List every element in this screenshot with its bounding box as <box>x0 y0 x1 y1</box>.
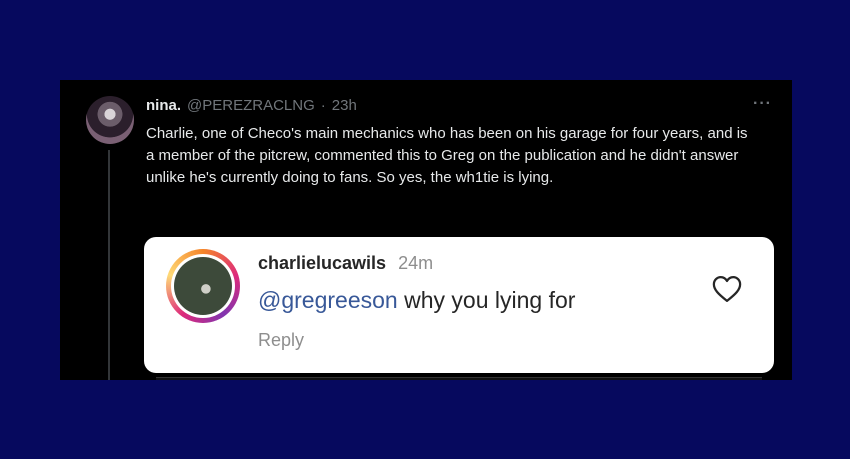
display-name[interactable]: nina. <box>146 97 181 114</box>
reply-link: Reply <box>258 330 305 350</box>
tweet-text: Charlie, one of Checo's main mechanics w… <box>146 125 748 186</box>
comment-header: charlielucawils 24m <box>258 253 433 274</box>
thread-line <box>108 150 110 380</box>
comment-mention: @gregreeson <box>258 287 398 313</box>
tweet-card[interactable]: nina. @PEREZRACLNG · 23h ··· Charlie, on… <box>60 80 792 380</box>
heart-icon <box>712 276 742 302</box>
tweet-header: nina. @PEREZRACLNG · 23h <box>146 97 357 117</box>
handle[interactable]: @PEREZRACLNG <box>187 97 315 114</box>
comment-body: why you lying for <box>397 287 576 313</box>
embedded-comment-image[interactable]: charlielucawils 24m @gregreeson why you … <box>144 237 774 373</box>
comment-time: 24m <box>398 253 434 273</box>
timestamp[interactable]: 23h <box>332 97 357 114</box>
avatar[interactable] <box>86 96 134 144</box>
more-options-button[interactable]: ··· <box>753 96 772 112</box>
next-embed-edge <box>156 377 762 380</box>
comment-text: @gregreeson why you lying for <box>258 287 575 314</box>
commenter-avatar <box>166 249 240 323</box>
separator: · <box>320 97 326 114</box>
commenter-username: charlielucawils <box>258 253 387 273</box>
